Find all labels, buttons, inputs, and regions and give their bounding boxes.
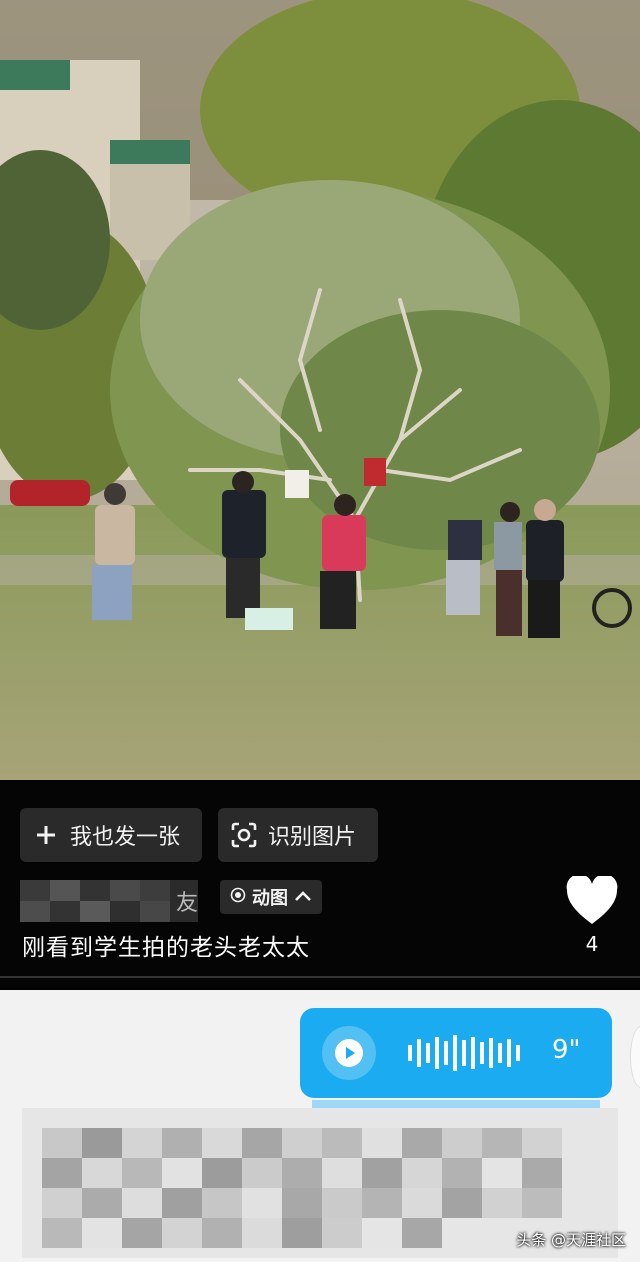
like-button[interactable]: 4	[562, 874, 622, 956]
post-info-panel: 我也发一张 识别图片 友 动图 刚看到学生拍的老头老太太 4	[0, 780, 640, 988]
gif-tag-chip[interactable]: 动图	[220, 880, 322, 914]
identify-image-button[interactable]: 识别图片	[218, 808, 378, 862]
voice-duration: 9"	[552, 1035, 581, 1065]
chevron-up-icon	[294, 887, 312, 908]
divider	[0, 976, 640, 978]
play-icon[interactable]	[322, 1026, 376, 1080]
avatar-edge[interactable]	[630, 1026, 640, 1088]
scan-icon	[230, 821, 258, 849]
author-name-blurred[interactable]: 友	[20, 880, 198, 922]
gif-tag-label: 动图	[252, 888, 288, 909]
radio-dot-icon	[230, 887, 246, 908]
like-count: 4	[585, 932, 599, 956]
plus-icon	[32, 821, 60, 849]
post-too-label: 我也发一张	[70, 825, 181, 850]
waveform-icon	[408, 1035, 524, 1075]
post-caption: 刚看到学生拍的老头老太太	[22, 935, 310, 961]
voice-message-bubble[interactable]: 9"	[300, 1008, 612, 1098]
author-name-tail: 友	[176, 891, 198, 916]
chat-area: 9"	[0, 990, 640, 1262]
post-too-button[interactable]: 我也发一张	[20, 808, 202, 862]
watermark: 头条 @天涯社区	[516, 1231, 626, 1249]
identify-image-label: 识别图片	[268, 825, 357, 850]
heart-icon	[565, 874, 619, 930]
post-photo[interactable]	[0, 0, 640, 780]
